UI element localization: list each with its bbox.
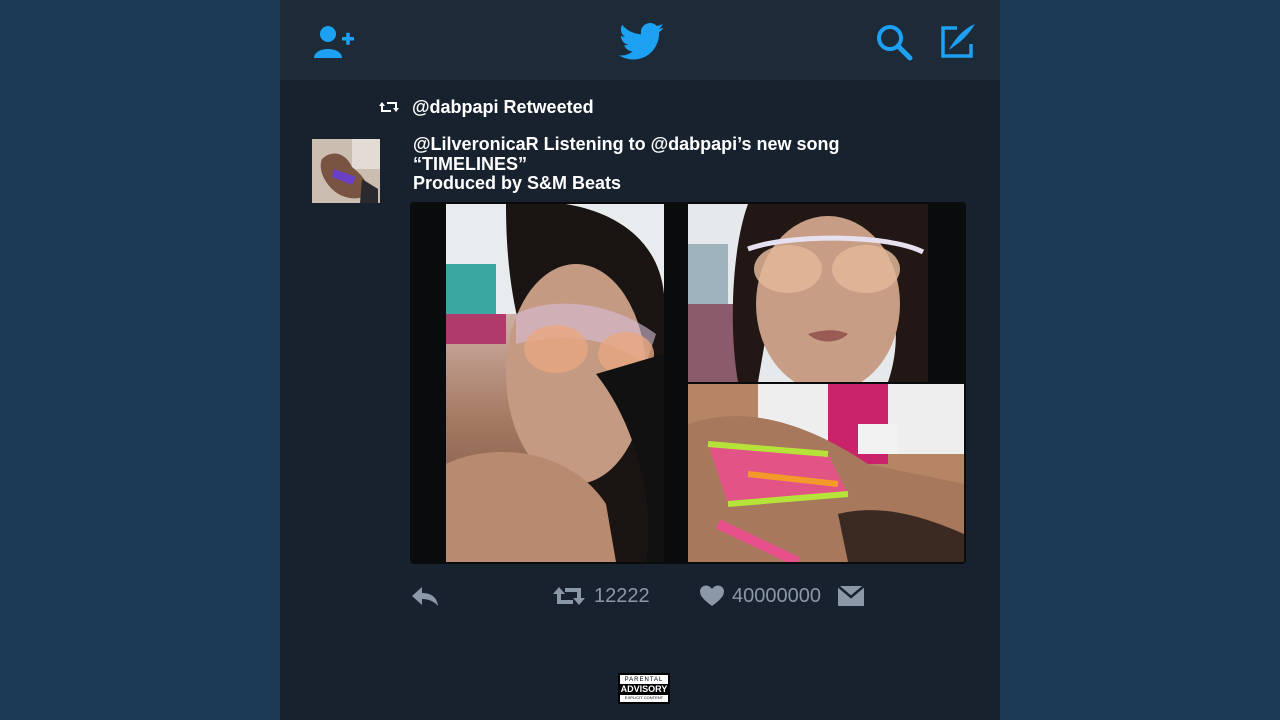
retweet-small-icon (379, 102, 399, 112)
twitter-bird-icon[interactable] (618, 20, 666, 64)
media-photo-left[interactable] (446, 204, 664, 562)
parental-advisory-logo: PARENTAL ADVISORY EXPLICIT CONTENT (618, 673, 670, 704)
advisory-line-3: EXPLICIT CONTENT (624, 695, 664, 700)
retweeted-by-label: @dabpapi Retweeted (412, 96, 594, 117)
tweet-panel: @dabpapi Retweeted @LilveronicaR Listeni… (280, 0, 1000, 720)
tweet-text-line-1: @LilveronicaR Listening to @dabpapi’s ne… (413, 134, 840, 154)
tweet-body: @LilveronicaR Listening to @dabpapi’s ne… (413, 134, 973, 194)
avatar[interactable] (312, 139, 380, 203)
advisory-line-2: ADVISORY (618, 684, 670, 695)
heart-icon (700, 585, 724, 606)
advisory-line-1: PARENTAL (624, 677, 664, 683)
tweet-text-line-3: Produced by S&M Beats (413, 173, 622, 193)
like-button[interactable]: 40000000 (700, 580, 821, 612)
retweet-attribution: @dabpapi Retweeted (378, 94, 594, 120)
reply-button[interactable] (410, 580, 448, 612)
add-user-icon[interactable] (310, 20, 358, 64)
retweet-icon (553, 587, 585, 605)
media-photo-top-right[interactable] (688, 204, 928, 382)
reply-icon (412, 587, 438, 606)
retweet-count: 12222 (594, 584, 650, 607)
compose-icon[interactable] (934, 20, 982, 64)
like-count: 40000000 (732, 584, 821, 607)
envelope-icon (838, 586, 864, 606)
tweet-text-line-2: “TIMELINES” (413, 153, 528, 174)
media-gap (928, 204, 964, 382)
message-button[interactable] (838, 580, 872, 612)
search-icon[interactable] (870, 20, 918, 64)
retweet-button[interactable]: 12222 (552, 580, 650, 612)
top-navigation-bar (280, 0, 1000, 80)
media-photo-bottom-right[interactable] (688, 384, 964, 562)
tweet-actions: 12222 40000000 (410, 580, 970, 612)
tweet-media-grid[interactable] (410, 202, 966, 564)
